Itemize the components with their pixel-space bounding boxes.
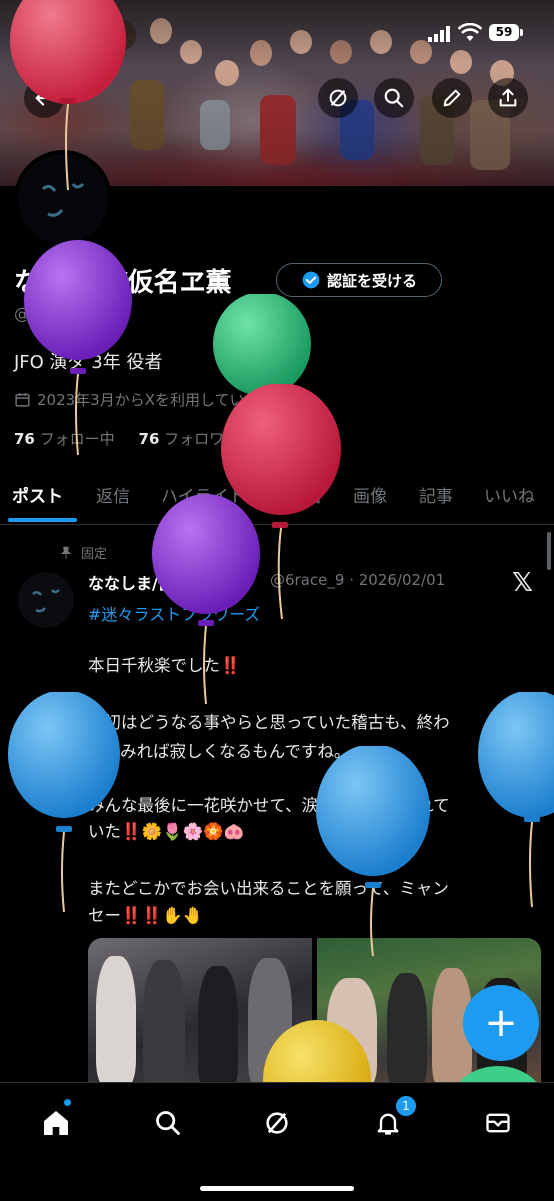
edit-pen-icon bbox=[443, 89, 461, 107]
profile-bio: JFO 演ダ 3年 役者 bbox=[14, 352, 163, 373]
post-text-line: セー‼️‼️✋🤚 bbox=[88, 906, 204, 925]
post-image-1[interactable] bbox=[88, 938, 312, 1088]
balloon-blue-decoration bbox=[316, 746, 430, 956]
profile-handle: @6race_9 bbox=[14, 304, 94, 323]
grok-button[interactable] bbox=[318, 78, 358, 118]
home-unread-dot bbox=[64, 1099, 71, 1106]
grok-icon bbox=[329, 89, 347, 107]
post-text-line: 最初はどうなる事やらと思っていた稽古も、終わ bbox=[88, 713, 450, 732]
battery-tip bbox=[520, 29, 523, 36]
following-count: 76 bbox=[14, 430, 35, 448]
battery-indicator: 59 bbox=[489, 24, 519, 41]
nav-search[interactable] bbox=[146, 1101, 190, 1145]
home-indicator[interactable] bbox=[200, 1186, 354, 1191]
post-meta: @6race_9 · 2026/02/01 bbox=[270, 571, 446, 589]
search-icon bbox=[384, 88, 404, 108]
balloon-blue-decoration bbox=[478, 692, 554, 907]
signal-icon bbox=[428, 26, 452, 46]
home-icon bbox=[44, 1111, 68, 1135]
joined-text: 2023年3月からXを利用しています bbox=[37, 391, 275, 409]
get-verified-label: 認証を受ける bbox=[326, 271, 417, 290]
get-verified-button[interactable]: 認証を受ける bbox=[276, 263, 442, 297]
status-time: 0:16 bbox=[52, 22, 100, 44]
post-text-line: みんな最後に一花咲かせて、涙がちょちょぎれて bbox=[88, 796, 450, 815]
balloon-green-decoration bbox=[213, 294, 311, 396]
nav-messages[interactable] bbox=[476, 1101, 520, 1145]
tab-videos[interactable]: 動画 bbox=[287, 482, 321, 507]
verified-badge-icon bbox=[302, 271, 320, 289]
edit-button[interactable] bbox=[432, 78, 472, 118]
search-button[interactable] bbox=[374, 78, 414, 118]
nav-home[interactable] bbox=[34, 1101, 78, 1145]
tab-highlights[interactable]: ハイライト bbox=[161, 482, 246, 507]
post-hashtag[interactable]: #迷々ラストフラワーズ bbox=[88, 601, 260, 625]
post-text-line: またどこかでお会い出来ることを願って、ミャン bbox=[88, 879, 449, 898]
calendar-icon bbox=[15, 393, 30, 407]
tab-articles[interactable]: 記事 bbox=[419, 482, 453, 507]
active-tab-indicator bbox=[8, 518, 77, 522]
bottom-navigation bbox=[0, 1082, 554, 1201]
pinned-label: 固定 bbox=[81, 547, 108, 562]
profile-avatar[interactable] bbox=[14, 150, 112, 248]
grok-icon bbox=[266, 1112, 288, 1134]
notifications-badge: 1 bbox=[394, 1094, 418, 1118]
pin-icon bbox=[60, 546, 72, 559]
back-button[interactable] bbox=[24, 78, 64, 118]
chevron-right-icon bbox=[282, 392, 291, 407]
tab-likes[interactable]: いいね bbox=[484, 482, 535, 507]
mail-icon bbox=[486, 1113, 510, 1133]
share-icon bbox=[499, 88, 517, 107]
profile-tabs: ポスト 返信 ハイライト 動画 画像 記事 いいね bbox=[0, 470, 554, 525]
following-link[interactable]: 76 フォロー中 bbox=[14, 430, 115, 448]
post-author-name[interactable]: ななしま/仮名ヱ薫 bbox=[88, 570, 222, 594]
followers-label: フォロワー bbox=[164, 430, 240, 448]
joined-date: 2023年3月からXを利用しています bbox=[14, 389, 293, 410]
following-label: フォロー中 bbox=[39, 430, 115, 448]
tab-posts[interactable]: ポスト bbox=[12, 482, 63, 507]
follow-stats: 76 フォロー中 76 フォロワー bbox=[14, 428, 239, 449]
followers-count: 76 bbox=[138, 430, 160, 448]
search-icon bbox=[156, 1111, 180, 1135]
post-text-line: ってみれば寂しくなるもんですね。 bbox=[88, 742, 351, 761]
scrollbar[interactable] bbox=[547, 532, 551, 570]
back-arrow-icon bbox=[35, 90, 53, 106]
post-avatar[interactable] bbox=[18, 572, 74, 628]
share-button[interactable] bbox=[488, 78, 528, 118]
compose-post-button[interactable]: + bbox=[463, 985, 539, 1061]
x-logo-icon: 𝕏 bbox=[512, 568, 533, 598]
followers-link[interactable]: 76 フォロワー bbox=[139, 430, 240, 448]
post-text-line: いた‼️🌼🌷🌸🏵️🐽 bbox=[88, 822, 245, 841]
wifi-icon bbox=[457, 22, 483, 47]
tab-images[interactable]: 画像 bbox=[353, 482, 387, 507]
tab-replies[interactable]: 返信 bbox=[96, 482, 130, 507]
profile-name: ななしま/仮名ヱ薫 bbox=[14, 268, 232, 298]
post-text-line: 本日千秋楽でした‼️ bbox=[88, 656, 241, 675]
pinned-indicator: 固定 bbox=[59, 543, 107, 562]
nav-grok[interactable] bbox=[255, 1101, 299, 1145]
